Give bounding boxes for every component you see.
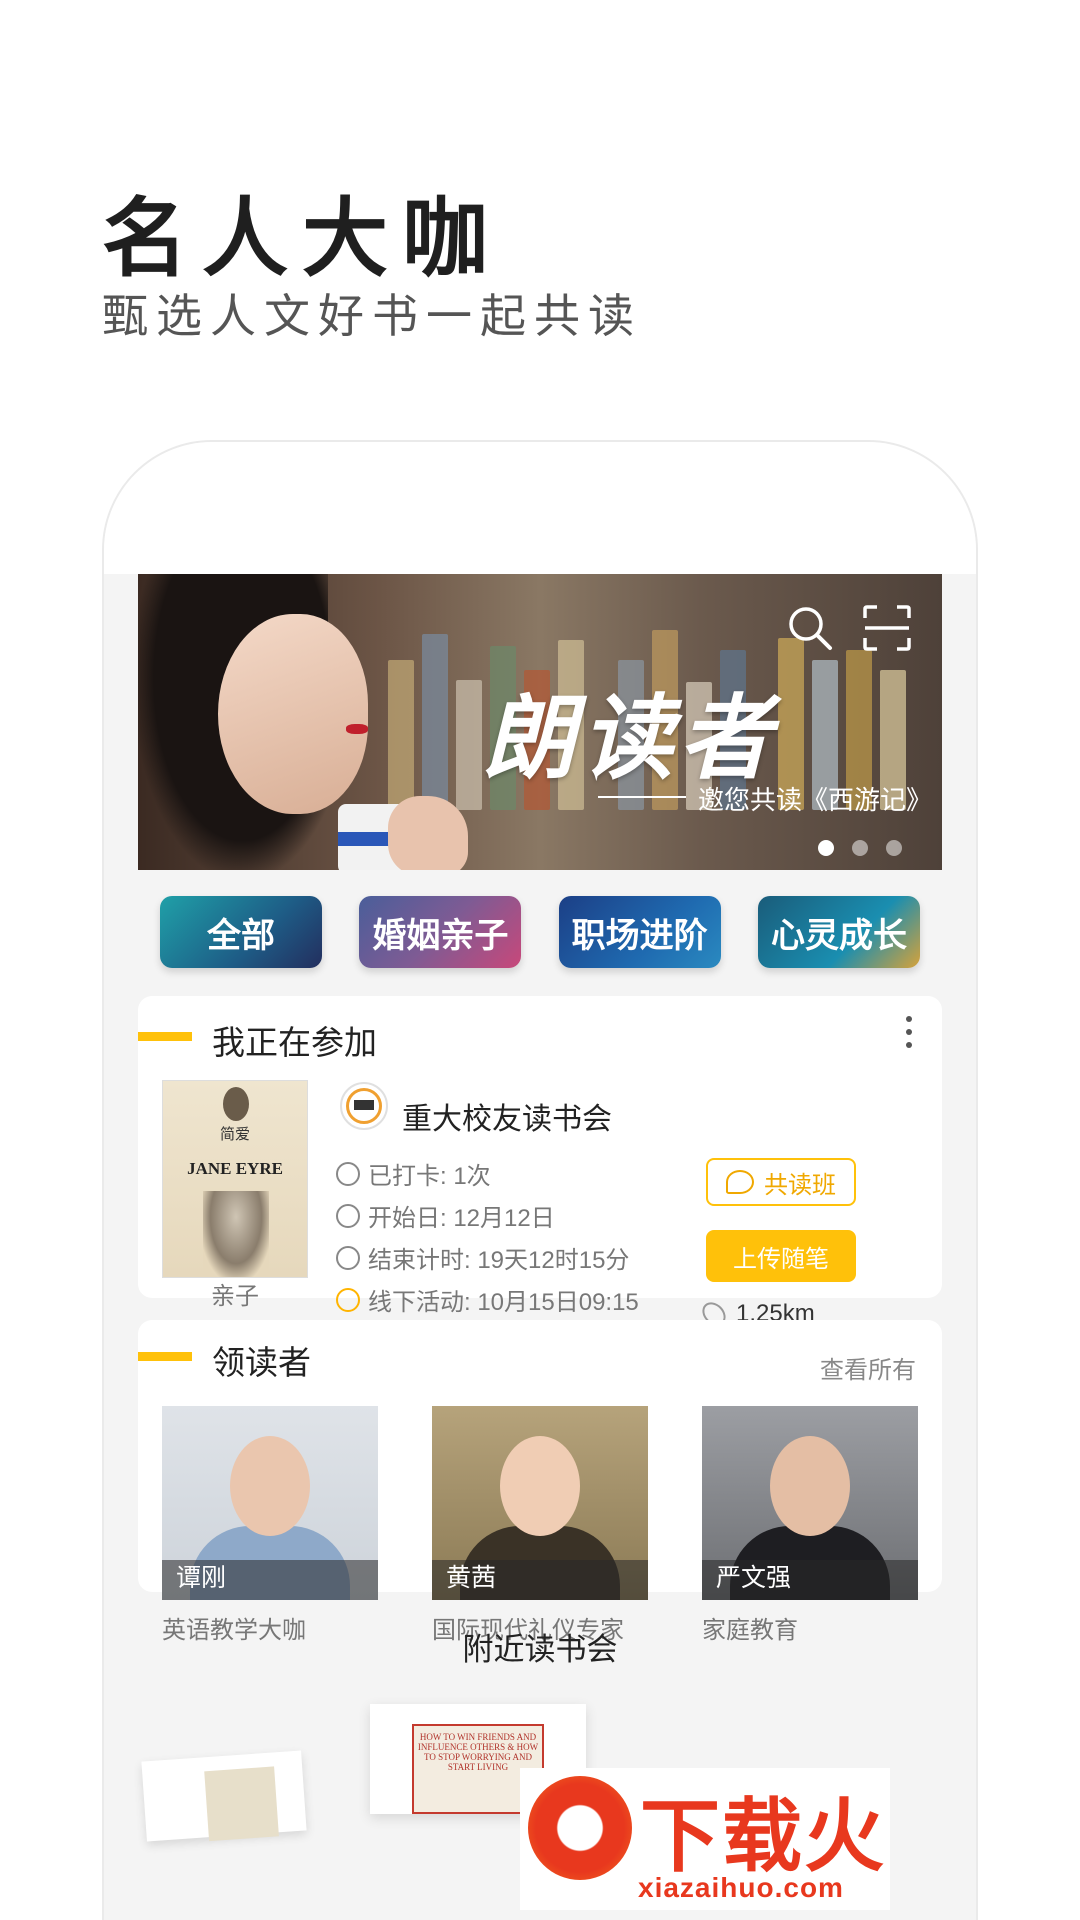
user-icon <box>336 1203 360 1228</box>
watermark: 下载火 xiazaihuo.com <box>520 1768 890 1910</box>
leader-photo: 黄茜 <box>432 1406 648 1600</box>
section-accent-bar <box>138 1352 192 1361</box>
promo-title: 名人大咖 <box>102 191 502 287</box>
leader-photo: 谭刚 <box>162 1406 378 1600</box>
leader-item[interactable]: 黄茜 国际现代礼仪专家 <box>432 1406 648 1645</box>
promo-subtitle: 甄选人文好书一起共读 <box>102 290 642 342</box>
offline-text: 线下活动: 10月15日09:15 <box>368 1289 639 1316</box>
book-en-title: JANE EYRE <box>187 1159 283 1178</box>
join-class-label: 共读班 <box>764 1171 836 1199</box>
category-row: 全部 婚姻亲子 职场进阶 心灵成长 <box>160 896 920 968</box>
search-icon[interactable] <box>786 604 834 652</box>
start-date-text: 开始日: 12月12日 <box>368 1205 555 1232</box>
woman-face <box>218 614 368 814</box>
phone-frame: 朗读者 邀您共读《西游记》 全部 婚姻亲子 职场进阶 心灵成长 我正在参加 简爱… <box>102 440 978 1920</box>
section-title-leaders: 领读者 <box>212 1344 311 1381</box>
banner-divider <box>598 796 686 798</box>
scan-icon[interactable] <box>862 604 912 652</box>
join-class-button[interactable]: 共读班 <box>706 1158 856 1206</box>
book-cn-title: 简爱 <box>219 1126 250 1143</box>
leader-name: 严文强 <box>716 1564 792 1592</box>
upload-notes-button[interactable]: 上传随笔 <box>706 1230 856 1282</box>
countdown-text: 结束计时: 19天12时15分 <box>368 1247 630 1274</box>
leader-list: 谭刚 英语教学大咖 黄茜 国际现代礼仪专家 严文强 家庭教育 <box>162 1406 918 1645</box>
leader-name: 黄茜 <box>446 1564 497 1592</box>
banner-subtitle: 邀您共读《西游记》 <box>698 785 933 815</box>
carousel-dot-3[interactable] <box>886 840 902 856</box>
leader-name: 谭刚 <box>176 1564 227 1592</box>
watermark-text: 下载火 <box>640 1792 886 1881</box>
section-accent-bar <box>138 1032 192 1041</box>
hand-image <box>388 796 468 870</box>
see-all-link[interactable]: 查看所有 <box>820 1350 916 1385</box>
start-date-row: 开始日: 12月12日 <box>336 1198 555 1233</box>
banner-carousel[interactable]: 朗读者 邀您共读《西游记》 <box>138 574 942 870</box>
category-career[interactable]: 职场进阶 <box>558 896 721 968</box>
clock-icon <box>336 1245 360 1270</box>
countdown-row: 结束计时: 19天12时15分 <box>336 1240 629 1275</box>
club-logo-icon <box>340 1082 388 1130</box>
club-name[interactable]: 重大校友读书会 <box>402 1094 612 1138</box>
watermark-logo-icon <box>528 1776 632 1880</box>
category-growth[interactable]: 心灵成长 <box>757 896 920 968</box>
leaders-card: 领读者 查看所有 谭刚 英语教学大咖 黄茜 国际现代礼仪专家 严文强 家庭教育 <box>138 1320 942 1644</box>
section-title-participating: 我正在参加 <box>212 1024 377 1061</box>
offline-row: 线下活动: 10月15日09:15 <box>336 1282 639 1317</box>
leader-item[interactable]: 严文强 家庭教育 <box>702 1406 918 1645</box>
book-cover[interactable]: 简爱 JANE EYRE <box>162 1080 308 1278</box>
woman-lips <box>346 724 368 734</box>
leader-item[interactable]: 谭刚 英语教学大咖 <box>162 1406 378 1645</box>
category-marriage-parenting[interactable]: 婚姻亲子 <box>359 896 522 968</box>
book-category: 亲子 <box>211 1283 259 1310</box>
chat-icon <box>726 1170 754 1194</box>
watermark-url: xiazaihuo.com <box>638 1872 844 1903</box>
carousel-dots <box>818 840 902 856</box>
bell-icon <box>336 1287 360 1312</box>
section-title-nearby: 附近读书会 <box>462 1632 618 1667</box>
phone-status-area <box>104 442 976 574</box>
nearby-book-card[interactable] <box>141 1750 307 1842</box>
category-all[interactable]: 全部 <box>160 896 322 968</box>
checkin-text: 已打卡: 1次 <box>368 1163 491 1190</box>
leader-photo: 严文强 <box>702 1406 918 1600</box>
carousel-dot-1[interactable] <box>818 840 834 856</box>
nearby-book-cover-text: HOW TO WIN FRIENDS AND INFLUENCE OTHERS … <box>417 1732 539 1772</box>
checkin-row: 已打卡: 1次 <box>336 1156 491 1191</box>
more-options-icon[interactable] <box>906 1016 914 1048</box>
participating-card: 我正在参加 简爱 JANE EYRE 亲子 重大校友读书会 已打卡: 1次 开始… <box>138 996 942 1331</box>
check-icon <box>336 1161 360 1186</box>
carousel-dot-2[interactable] <box>852 840 868 856</box>
banner-title: 朗读者 <box>483 684 778 792</box>
